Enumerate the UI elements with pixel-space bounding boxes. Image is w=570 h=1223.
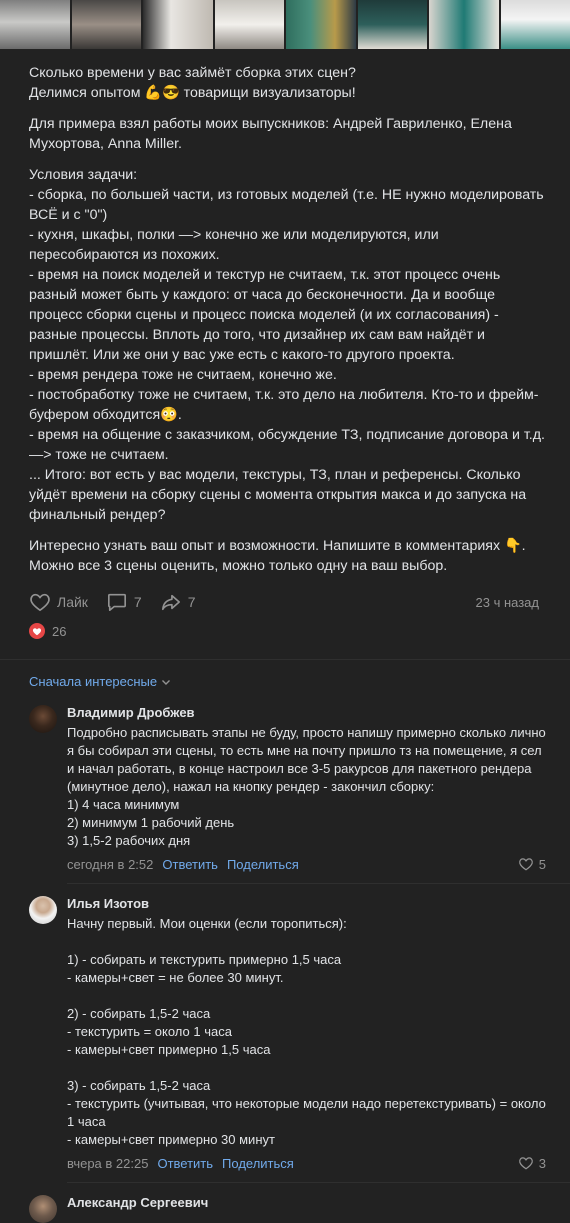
scene-photo-7[interactable] bbox=[429, 0, 499, 49]
comment: Илья Изотов Начну первый. Мои оценки (ес… bbox=[0, 884, 570, 1173]
comment-author[interactable]: Владимир Дробжев bbox=[67, 705, 546, 721]
heart-icon bbox=[518, 1156, 534, 1170]
chevron-down-icon bbox=[161, 678, 171, 686]
comment: Александр Сергеевич bbox=[0, 1183, 570, 1223]
like-badge-icon bbox=[29, 623, 45, 639]
comments-button[interactable]: 7 bbox=[106, 592, 142, 612]
shares-count: 7 bbox=[188, 594, 196, 610]
share-comment-button[interactable]: Поделиться bbox=[222, 1156, 294, 1171]
scene-photo-8[interactable] bbox=[501, 0, 570, 49]
comment-text: Подробно расписывать этапы не буду, прос… bbox=[67, 724, 546, 850]
comment-likes-count: 5 bbox=[539, 857, 546, 872]
avatar[interactable] bbox=[29, 1195, 57, 1223]
comment-author[interactable]: Александр Сергеевич bbox=[67, 1195, 546, 1211]
scene-photo-2[interactable] bbox=[72, 0, 142, 49]
post-body: Сколько времени у вас займёт сборка этих… bbox=[0, 49, 570, 639]
comment-like-button[interactable]: 5 bbox=[518, 857, 546, 872]
scene-photo-6[interactable] bbox=[358, 0, 428, 49]
scene-photo-1[interactable] bbox=[0, 0, 70, 49]
comment-like-button[interactable]: 3 bbox=[518, 1156, 546, 1171]
comment-footer: вчера в 22:25 Ответить Поделиться 3 bbox=[67, 1153, 546, 1173]
likes-count: 26 bbox=[52, 624, 66, 639]
share-button[interactable]: 7 bbox=[160, 592, 196, 612]
post-paragraph: Условия задачи: - сборка, по большей час… bbox=[29, 165, 546, 525]
comment-footer: сегодня в 2:52 Ответить Поделиться 5 bbox=[67, 854, 546, 874]
comment-likes-count: 3 bbox=[539, 1156, 546, 1171]
post-paragraph: Сколько времени у вас займёт сборка этих… bbox=[29, 63, 546, 103]
comment-author[interactable]: Илья Изотов bbox=[67, 896, 546, 912]
photo-gallery bbox=[0, 0, 570, 49]
like-button[interactable]: Лайк bbox=[29, 592, 88, 612]
likes-summary[interactable]: 26 bbox=[29, 623, 546, 639]
post-actions: Лайк 7 7 23 ч назад bbox=[29, 590, 546, 614]
avatar[interactable] bbox=[29, 705, 57, 733]
reply-button[interactable]: Ответить bbox=[157, 1156, 213, 1171]
share-icon bbox=[160, 592, 182, 612]
scene-photo-5[interactable] bbox=[286, 0, 356, 49]
sort-label: Сначала интересные bbox=[29, 674, 157, 689]
comments-sort-toggle[interactable]: Сначала интересные bbox=[0, 660, 570, 689]
comment-icon bbox=[106, 592, 128, 612]
comment-time[interactable]: сегодня в 2:52 bbox=[67, 857, 153, 872]
comment: Владимир Дробжев Подробно расписывать эт… bbox=[0, 689, 570, 874]
scene-photo-3[interactable] bbox=[143, 0, 213, 49]
share-comment-button[interactable]: Поделиться bbox=[227, 857, 299, 872]
avatar[interactable] bbox=[29, 896, 57, 924]
post-time[interactable]: 23 ч назад bbox=[476, 595, 540, 610]
comment-text: Начну первый. Мои оценки (если торопитьс… bbox=[67, 915, 546, 1149]
comment-time[interactable]: вчера в 22:25 bbox=[67, 1156, 148, 1171]
post-paragraph: Интересно узнать ваш опыт и возможности.… bbox=[29, 536, 546, 576]
reply-button[interactable]: Ответить bbox=[162, 857, 218, 872]
heart-icon bbox=[518, 857, 534, 871]
heart-icon bbox=[29, 592, 51, 612]
scene-photo-4[interactable] bbox=[215, 0, 285, 49]
post-paragraph: Для примера взял работы моих выпускников… bbox=[29, 114, 546, 154]
comments-count: 7 bbox=[134, 594, 142, 610]
like-label: Лайк bbox=[57, 594, 88, 610]
